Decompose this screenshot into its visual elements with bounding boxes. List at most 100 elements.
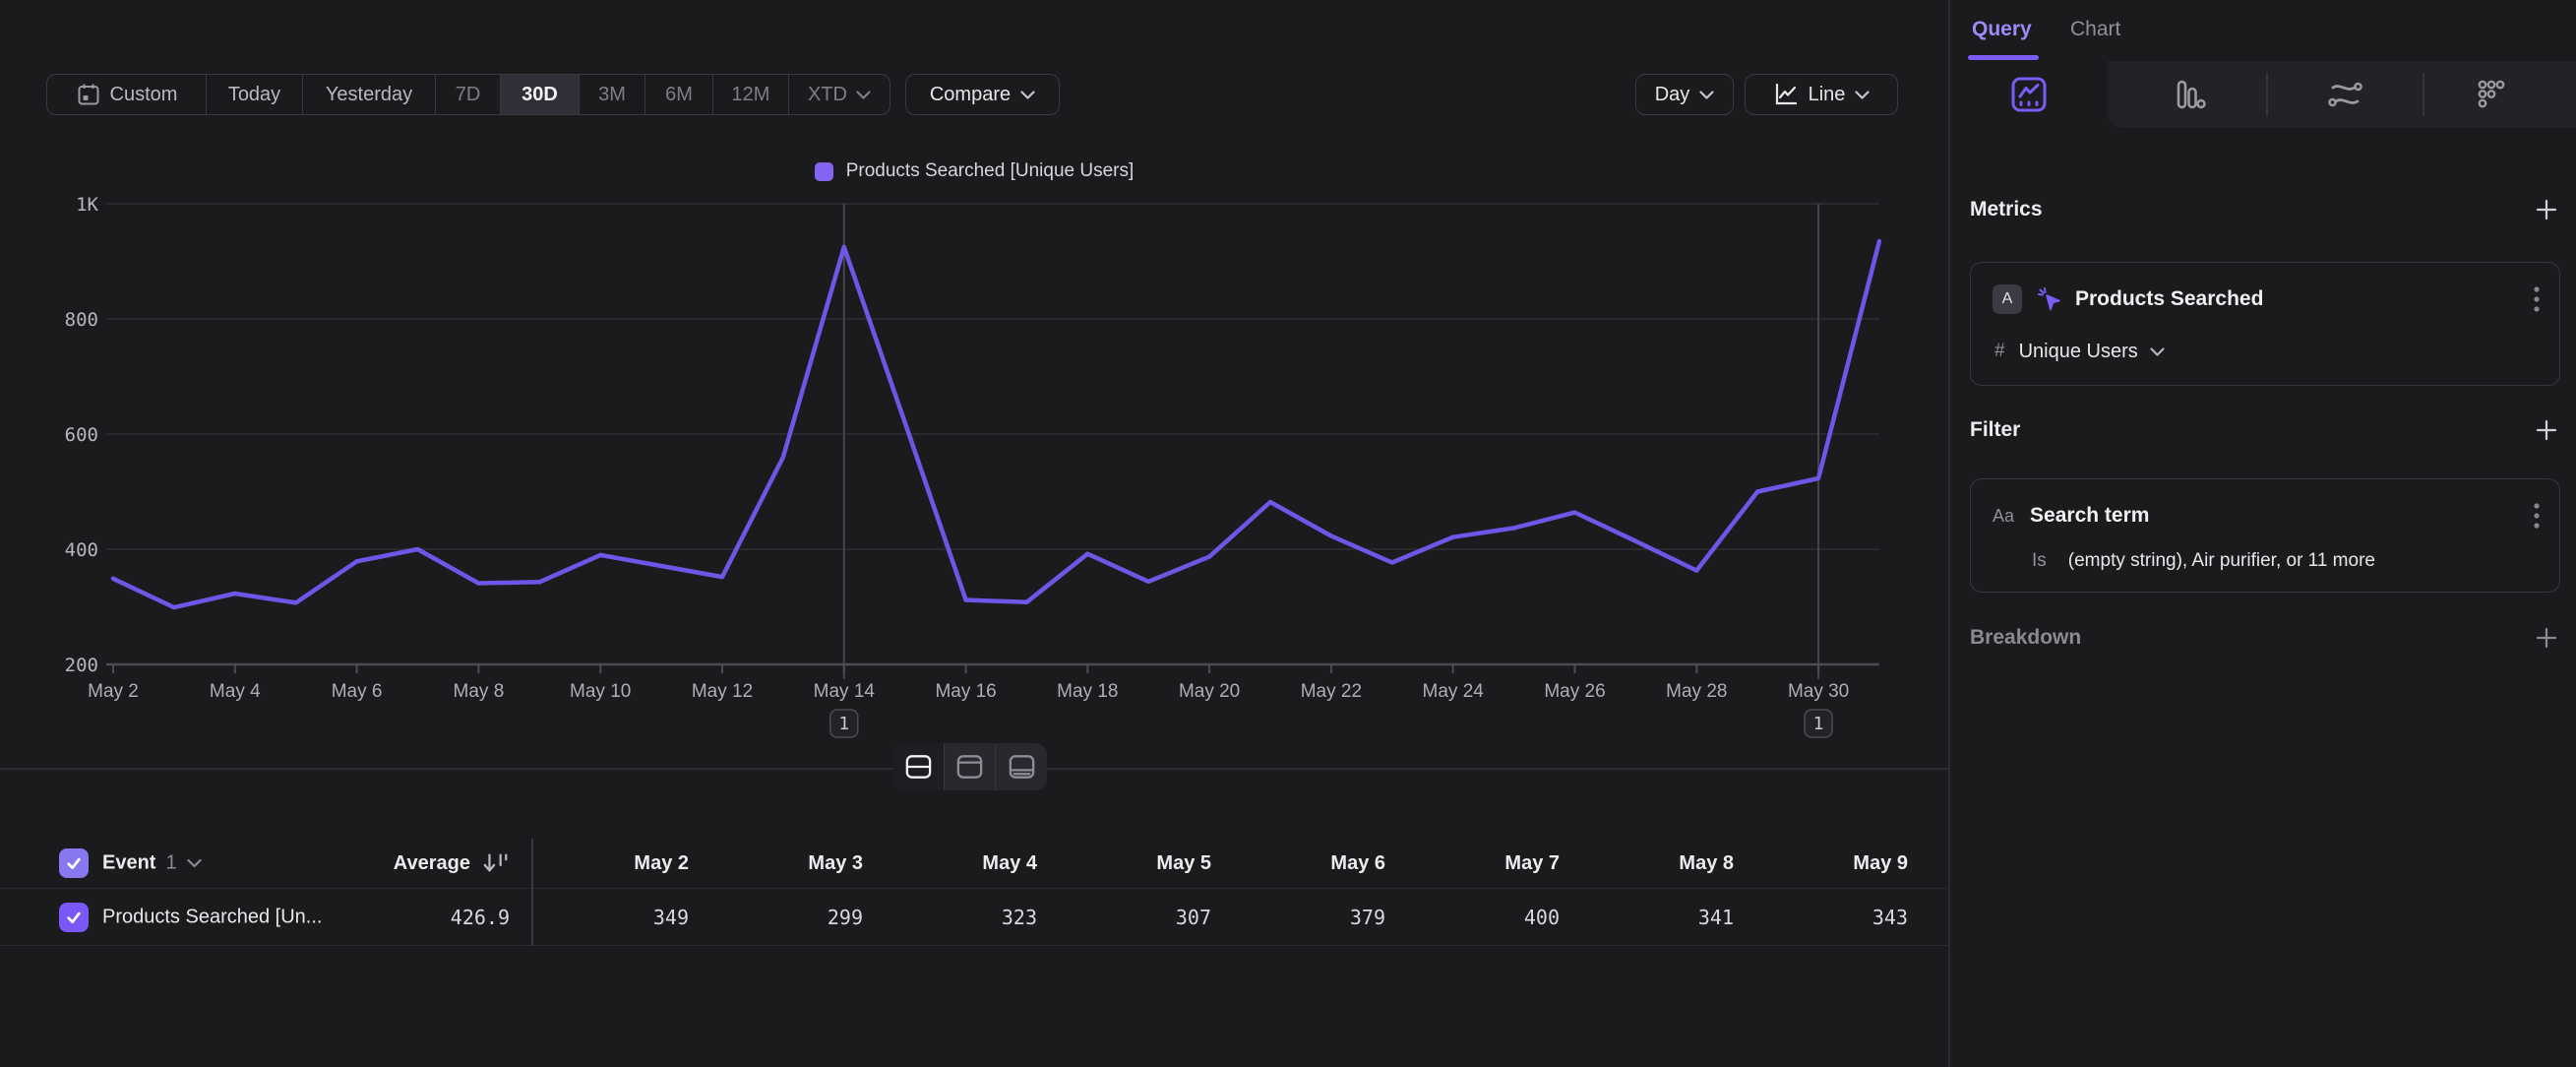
active-tab-underline — [1968, 55, 2039, 60]
breakdown-heading: Breakdown — [1970, 626, 2081, 650]
table-col-header: May 7 — [1385, 852, 1560, 875]
date-range-30d[interactable]: 30D — [501, 75, 580, 114]
date-range-12m[interactable]: 12M — [713, 75, 789, 114]
filter-property: Search term — [2030, 504, 2149, 528]
tab-retention[interactable] — [2471, 75, 2510, 114]
chevron-down-icon — [1855, 91, 1870, 99]
x-axis-label: May 18 — [1057, 681, 1118, 702]
date-range-today[interactable]: Today — [207, 75, 303, 114]
filter-section-header: Filter — [1970, 413, 2558, 447]
filter-menu-button[interactable] — [2534, 493, 2540, 538]
average-sort-control[interactable]: Average — [246, 850, 510, 876]
metric-card[interactable]: A Products Searched # Unique Users — [1970, 262, 2560, 386]
event-selector[interactable]: Event 1 — [102, 852, 202, 875]
sort-descending-icon — [482, 850, 510, 876]
y-axis-label: 800 — [65, 309, 98, 331]
text-type-icon: Aa — [1993, 506, 2014, 527]
table-col-header: May 2 — [531, 852, 689, 875]
add-metric-icon[interactable] — [2535, 198, 2558, 221]
y-axis-label: 400 — [65, 539, 98, 561]
table-col-header: May 9 — [1734, 852, 1908, 875]
date-range-label: Custom — [110, 84, 178, 106]
date-range-custom[interactable]: Custom — [47, 75, 207, 114]
add-breakdown-icon[interactable] — [2535, 626, 2558, 650]
line-chart-icon — [1773, 82, 1799, 107]
x-axis-label: May 12 — [692, 681, 753, 702]
measurement-selector[interactable]: Unique Users — [2019, 341, 2138, 363]
table-column-divider — [531, 839, 533, 946]
panel-tab-bar: Query Chart — [1950, 0, 2576, 61]
funnel-bars-icon — [2169, 75, 2208, 114]
x-axis-label: May 2 — [88, 681, 139, 702]
number-icon: # — [1994, 341, 2005, 362]
date-range-7d[interactable]: 7D — [436, 75, 501, 114]
table-col-header: May 3 — [689, 852, 863, 875]
series-line[interactable] — [113, 241, 1879, 607]
layout-split-button[interactable] — [893, 743, 945, 790]
insights-icon — [2009, 75, 2049, 114]
y-axis-label: 1K — [76, 194, 98, 216]
compare-button[interactable]: Compare — [905, 74, 1060, 115]
filter-row: Aa Search term — [1971, 493, 2559, 538]
chart-type-dropdown[interactable]: Line — [1745, 74, 1898, 115]
tab-chart[interactable]: Chart — [2070, 18, 2120, 41]
chevron-down-icon — [856, 91, 871, 99]
chevron-down-icon — [187, 859, 202, 868]
event-checkbox[interactable] — [59, 848, 89, 878]
event-click-icon — [2036, 285, 2063, 313]
table-row: Products Searched [Un... 426.9 349299323… — [0, 888, 1948, 946]
tab-insights[interactable] — [2009, 75, 2049, 114]
report-type-tabs — [1950, 61, 2576, 128]
kebab-icon — [2534, 502, 2540, 530]
date-range-3m[interactable]: 3M — [580, 75, 645, 114]
filter-card[interactable]: Aa Search term Is (empty string), Air pu… — [1970, 478, 2560, 593]
breakdown-section-header: Breakdown — [1970, 621, 2558, 655]
tab-divider — [2266, 73, 2268, 116]
metric-name: Products Searched — [2075, 287, 2263, 311]
chevron-down-icon — [1699, 91, 1714, 99]
table-cell: 299 — [689, 906, 863, 929]
tab-flows[interactable] — [2325, 75, 2364, 114]
layout-chart-only-icon — [954, 753, 985, 781]
report-canvas: Custom Today Yesterday 7D 30D 3M 6M 12M … — [0, 0, 1948, 1067]
table-cell: 307 — [1037, 906, 1211, 929]
calendar-icon — [76, 82, 101, 107]
filter-operator[interactable]: Is — [2032, 550, 2047, 572]
granularity-dropdown[interactable]: Day — [1635, 74, 1734, 115]
layout-table-only-button[interactable] — [996, 743, 1047, 790]
layout-chart-only-button[interactable] — [945, 743, 996, 790]
date-range-yesterday[interactable]: Yesterday — [303, 75, 436, 114]
metrics-heading: Metrics — [1970, 198, 2043, 221]
x-axis-label: May 28 — [1666, 681, 1727, 702]
x-axis-label: May 8 — [454, 681, 505, 702]
y-axis-label: 600 — [65, 424, 98, 446]
table-col-header: May 8 — [1560, 852, 1734, 875]
x-axis-label: May 24 — [1423, 681, 1485, 702]
tab-query[interactable]: Query — [1972, 18, 2032, 41]
annotation-badge-label: 1 — [838, 714, 849, 734]
chevron-down-icon — [2150, 347, 2165, 356]
average-value: 426.9 — [335, 906, 510, 929]
date-range-xtd[interactable]: XTD — [789, 75, 889, 114]
x-axis-label: May 4 — [210, 681, 261, 702]
metric-series-badge: A — [1993, 284, 2022, 314]
metric-row: A Products Searched — [1971, 277, 2559, 322]
table-cell: 323 — [863, 906, 1037, 929]
tab-funnels[interactable] — [2169, 75, 2208, 114]
table-cell: 349 — [531, 906, 689, 929]
x-axis-label: May 22 — [1301, 681, 1362, 702]
table-col-header: May 4 — [863, 852, 1037, 875]
series-checkbox[interactable] — [59, 903, 89, 932]
add-filter-icon[interactable] — [2535, 418, 2558, 442]
metric-menu-button[interactable] — [2534, 277, 2540, 322]
insights-line-chart[interactable]: 2004006008001KMay 2May 4May 6May 8May 10… — [0, 118, 1948, 763]
x-axis-label: May 30 — [1788, 681, 1849, 702]
measurement-row: # Unique Users — [1971, 334, 2559, 369]
date-range-6m[interactable]: 6M — [645, 75, 713, 114]
table-date-headers: May 2May 3May 4May 5May 6May 7May 8May 9 — [531, 839, 1908, 888]
table-cell: 400 — [1385, 906, 1560, 929]
filter-values[interactable]: (empty string), Air purifier, or 11 more — [2068, 550, 2375, 572]
table-col-header: May 6 — [1211, 852, 1385, 875]
layout-split-icon — [903, 753, 934, 781]
kebab-icon — [2534, 285, 2540, 313]
